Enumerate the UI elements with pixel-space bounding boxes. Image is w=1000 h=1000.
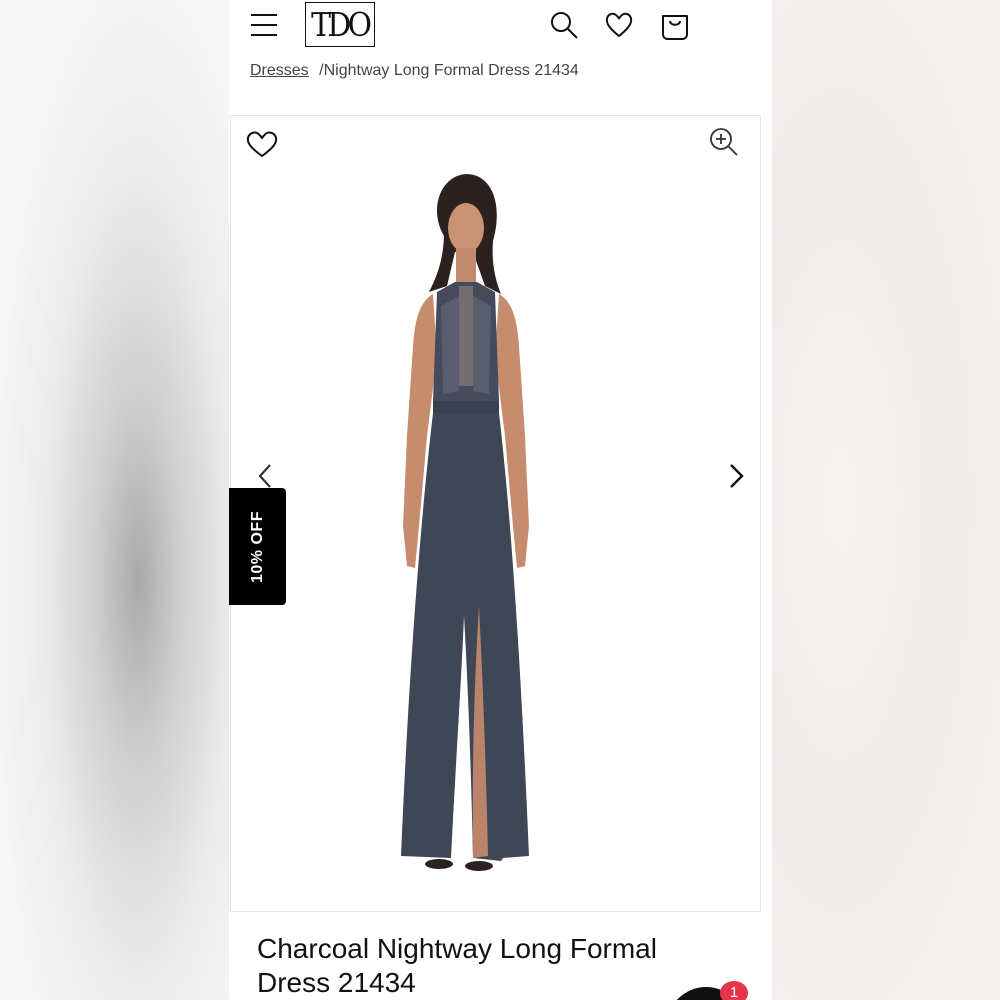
heart-icon[interactable] (245, 128, 279, 160)
background-right (772, 0, 1000, 1000)
chevron-left-icon[interactable] (255, 461, 277, 491)
breadcrumb: Dresses /Nightway Long Formal Dress 2143… (250, 62, 579, 80)
product-image[interactable] (351, 166, 581, 886)
menu-icon[interactable] (250, 12, 278, 38)
notification-badge: 1 (720, 981, 748, 1000)
site-header: TDO (229, 0, 772, 52)
background-left (0, 0, 230, 1000)
mobile-page: TDO Dresses /Nightway Long Formal Dress … (229, 0, 772, 1000)
bag-icon[interactable] (659, 9, 691, 41)
breadcrumb-link-dresses[interactable]: Dresses (250, 62, 309, 79)
logo-text: TDO (311, 5, 372, 44)
product-gallery (230, 115, 761, 912)
discount-badge[interactable]: 10% OFF (229, 488, 286, 605)
chevron-right-icon[interactable] (725, 461, 747, 491)
product-title: Charcoal Nightway Long Formal Dress 2143… (257, 933, 657, 998)
search-icon[interactable] (548, 9, 580, 41)
site-logo[interactable]: TDO (305, 2, 375, 47)
zoom-in-icon[interactable] (708, 126, 740, 158)
breadcrumb-current: Nightway Long Formal Dress 21434 (323, 62, 579, 79)
discount-label: 10% OFF (248, 510, 266, 583)
heart-icon[interactable] (603, 9, 635, 41)
